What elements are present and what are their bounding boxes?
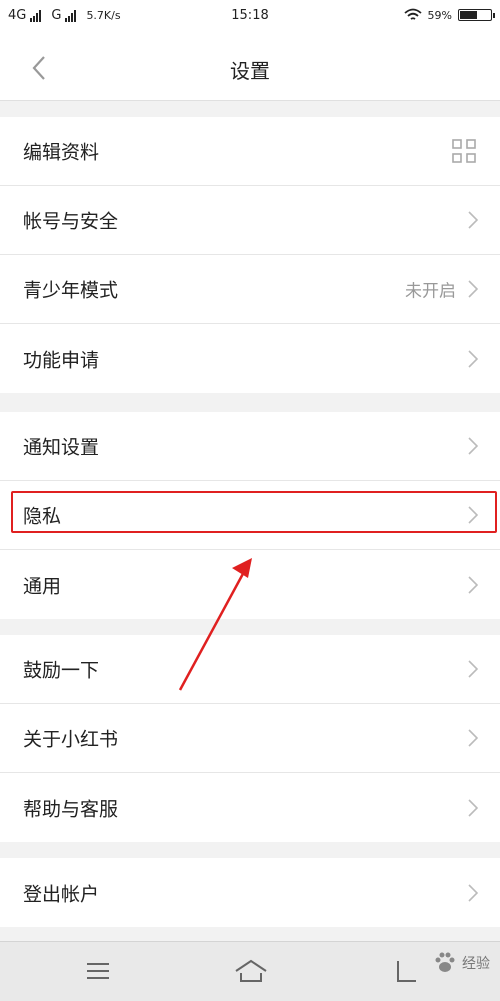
- watermark-text: 经验: [462, 956, 490, 972]
- settings-item-label: 编辑资料: [23, 141, 100, 164]
- status-bar-right: 59%: [403, 8, 495, 22]
- home-icon[interactable]: [233, 956, 269, 986]
- watermark: 经验: [432, 950, 490, 976]
- settings-item-label: 青少年模式: [23, 279, 119, 302]
- menu-icon[interactable]: [83, 956, 113, 986]
- paw-logo-icon: [435, 952, 455, 972]
- settings-section-logout: 登出帐户: [0, 858, 500, 927]
- back-icon[interactable]: [392, 956, 422, 986]
- settings-item-label: 关于小红书: [23, 728, 119, 751]
- wifi-icon: [403, 8, 422, 20]
- top-nav-bar: 设置: [0, 34, 500, 101]
- settings-section-general: 通知设置 隐私 通用: [0, 412, 500, 619]
- settings-item-label: 鼓励一下: [23, 659, 100, 682]
- page-title: 设置: [230, 59, 270, 83]
- chevron-right-icon: [468, 506, 478, 524]
- settings-section-about: 鼓励一下 关于小红书 帮助与客服: [0, 635, 500, 842]
- teen-mode-status: 未开启: [405, 281, 456, 302]
- chevron-right-icon: [468, 575, 478, 594]
- settings-item-label: 功能申请: [23, 349, 100, 371]
- settings-item-feature-request[interactable]: 功能申请: [0, 324, 500, 393]
- chevron-right-icon: [468, 883, 478, 902]
- settings-item-help[interactable]: 帮助与客服: [0, 773, 500, 842]
- settings-item-notifications[interactable]: 通知设置: [0, 412, 500, 481]
- chevron-right-icon: [468, 729, 478, 747]
- settings-item-encourage[interactable]: 鼓励一下: [0, 635, 500, 704]
- chevron-right-icon: [468, 211, 478, 229]
- settings-item-label: 帐号与安全: [23, 210, 119, 233]
- settings-item-general[interactable]: 通用: [0, 550, 500, 619]
- status-bar: 4G G 5.7K/s 15:18 59%: [0, 0, 500, 34]
- chevron-right-icon: [468, 437, 478, 455]
- chevron-right-icon: [468, 280, 478, 298]
- chevron-right-icon: [468, 798, 478, 817]
- settings-item-edit-profile[interactable]: 编辑资料: [0, 117, 500, 186]
- settings-item-label: 通知设置: [23, 436, 100, 459]
- chevron-right-icon: [468, 349, 478, 368]
- qr-code-icon: [452, 139, 476, 163]
- settings-item-label: 帮助与客服: [23, 798, 119, 820]
- chevron-right-icon: [468, 660, 478, 678]
- settings-item-about[interactable]: 关于小红书: [0, 704, 500, 773]
- system-nav-bar: 经验: [0, 941, 500, 1001]
- settings-item-label: 通用: [23, 575, 62, 597]
- settings-item-teen-mode[interactable]: 青少年模式 未开启: [0, 255, 500, 324]
- settings-item-logout[interactable]: 登出帐户: [0, 858, 500, 927]
- battery-percent: 59%: [427, 8, 452, 22]
- settings-item-account-security[interactable]: 帐号与安全: [0, 186, 500, 255]
- settings-section-account: 编辑资料 帐号与安全 青少年模式 未开启 功能申请: [0, 117, 500, 393]
- settings-item-label: 登出帐户: [23, 883, 100, 905]
- settings-item-privacy[interactable]: 隐私: [0, 481, 500, 550]
- battery-icon: [458, 9, 495, 21]
- settings-item-label: 隐私: [23, 505, 62, 528]
